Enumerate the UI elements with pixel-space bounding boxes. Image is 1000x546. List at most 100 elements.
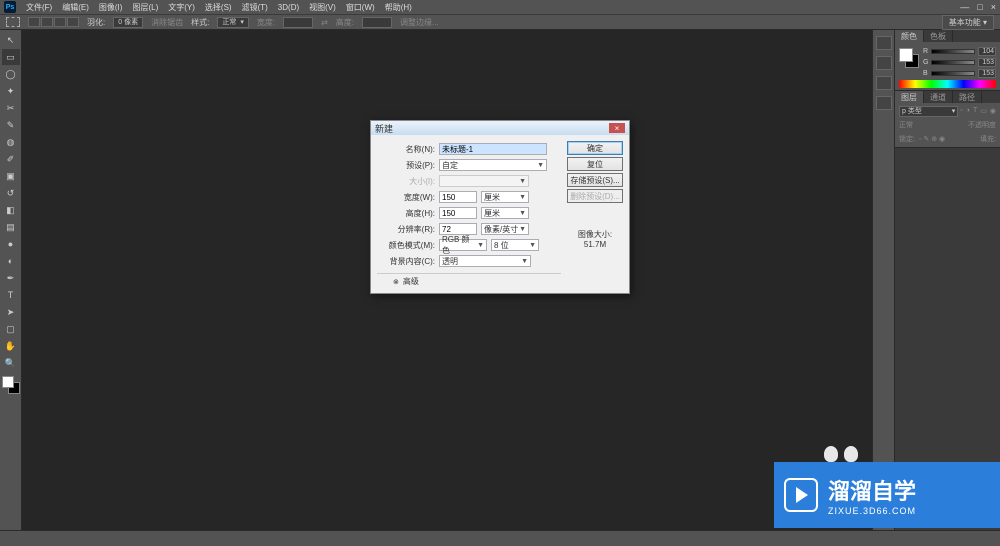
color-spectrum[interactable]: [899, 80, 996, 88]
minimize-icon[interactable]: —: [960, 2, 969, 12]
menu-window[interactable]: 窗口(W): [346, 2, 375, 13]
menu-bar: Ps 文件(F) 编辑(E) 图像(I) 图层(L) 文字(Y) 选择(S) 滤…: [0, 0, 1000, 14]
marquee-tool[interactable]: ▭: [2, 49, 20, 65]
blur-tool[interactable]: ●: [2, 236, 20, 252]
dialog-titlebar[interactable]: 新建 ×: [371, 121, 629, 135]
brush-tool[interactable]: ✐: [2, 151, 20, 167]
save-preset-button[interactable]: 存储预设(S)...: [567, 173, 623, 187]
menu-file[interactable]: 文件(F): [26, 2, 52, 13]
ok-button[interactable]: 确定: [567, 141, 623, 155]
lasso-tool[interactable]: ◯: [2, 66, 20, 82]
decorative-feet: [824, 446, 858, 462]
mode-label: 颜色模式(M):: [377, 240, 435, 251]
healing-tool[interactable]: ◍: [2, 134, 20, 150]
shape-tool[interactable]: ▢: [2, 321, 20, 337]
maximize-icon[interactable]: □: [977, 2, 982, 12]
width-input[interactable]: [439, 191, 477, 203]
layer-filter-dropdown[interactable]: p 类型▾: [899, 106, 958, 117]
type-tool[interactable]: T: [2, 287, 20, 303]
menu-view[interactable]: 视图(V): [309, 2, 336, 13]
menu-select[interactable]: 选择(S): [205, 2, 232, 13]
status-bar: [0, 530, 1000, 546]
advanced-toggle[interactable]: ⊗ 高级: [377, 273, 561, 287]
color-swatches[interactable]: [2, 376, 20, 394]
tab-layers[interactable]: 图层: [895, 91, 924, 103]
gradient-tool[interactable]: ▤: [2, 219, 20, 235]
right-dock: [872, 30, 894, 530]
tab-swatches[interactable]: 色板: [924, 30, 953, 42]
history-panel-icon[interactable]: [876, 36, 892, 50]
history-brush-tool[interactable]: ↺: [2, 185, 20, 201]
menu-filter[interactable]: 滤镜(T): [242, 2, 268, 13]
selection-add-button[interactable]: [41, 17, 53, 27]
menu-image[interactable]: 图像(I): [99, 2, 123, 13]
tab-channels[interactable]: 通道: [924, 91, 953, 103]
hand-tool[interactable]: ✋: [2, 338, 20, 354]
watermark: 溜溜自学 ZIXUE.3D66.COM: [774, 462, 1000, 528]
selection-intersect-button[interactable]: [67, 17, 79, 27]
r-slider[interactable]: [931, 49, 975, 54]
r-value[interactable]: 104: [978, 47, 996, 56]
height-input[interactable]: [362, 17, 392, 28]
bg-dropdown[interactable]: 透明▼: [439, 255, 531, 267]
feather-input[interactable]: 0 像素: [113, 17, 143, 28]
watermark-title: 溜溜自学: [828, 474, 916, 506]
bit-dropdown[interactable]: 8 位▼: [491, 239, 539, 251]
width-unit-dropdown[interactable]: 厘米▼: [481, 191, 529, 203]
style-dropdown[interactable]: 正常▾: [217, 17, 249, 28]
menu-3d[interactable]: 3D(D): [278, 3, 299, 12]
width-input[interactable]: [283, 17, 313, 28]
panel-fg-color[interactable]: [899, 48, 913, 62]
height-unit-dropdown[interactable]: 厘米▼: [481, 207, 529, 219]
refine-edge-button[interactable]: 调整边缘...: [400, 17, 439, 28]
name-input[interactable]: [439, 143, 547, 155]
g-slider[interactable]: [931, 60, 975, 65]
feather-label: 羽化:: [87, 17, 105, 28]
color-panel: 颜色 色板 R104 G153 B153: [895, 30, 1000, 91]
opacity-label: 不透明度: [968, 120, 996, 130]
cancel-button[interactable]: 复位: [567, 157, 623, 171]
resolution-unit-dropdown[interactable]: 像素/英寸▼: [481, 223, 529, 235]
right-panels: 颜色 色板 R104 G153 B153 图层 通道 路径: [894, 30, 1000, 530]
delete-preset-button: 删除预设(D)...: [567, 189, 623, 203]
dialog-close-button[interactable]: ×: [609, 123, 625, 133]
menu-edit[interactable]: 编辑(E): [62, 2, 89, 13]
path-select-tool[interactable]: ➤: [2, 304, 20, 320]
dialog-title: 新建: [375, 122, 393, 135]
b-slider[interactable]: [931, 71, 975, 76]
toolbox: ↖ ▭ ◯ ✦ ✂ ✎ ◍ ✐ ▣ ↺ ◧ ▤ ● ◐ ✒ T ➤ ▢ ✋ 🔍: [0, 30, 22, 530]
fg-color[interactable]: [2, 376, 14, 388]
character-panel-icon[interactable]: [876, 76, 892, 90]
paragraph-panel-icon[interactable]: [876, 96, 892, 110]
bg-label: 背景内容(C):: [377, 256, 435, 267]
clone-tool[interactable]: ▣: [2, 168, 20, 184]
selection-new-button[interactable]: [28, 17, 40, 27]
move-tool[interactable]: ↖: [2, 32, 20, 48]
marquee-tool-preview-icon[interactable]: [6, 17, 20, 27]
pen-tool[interactable]: ✒: [2, 270, 20, 286]
workspace-switcher[interactable]: 基本功能 ▾: [942, 15, 994, 30]
close-icon[interactable]: ×: [991, 2, 996, 12]
zoom-tool[interactable]: 🔍: [2, 355, 20, 371]
dodge-tool[interactable]: ◐: [2, 253, 20, 269]
height-label: 高度(H):: [377, 208, 435, 219]
properties-panel-icon[interactable]: [876, 56, 892, 70]
crop-tool[interactable]: ✂: [2, 100, 20, 116]
selection-subtract-button[interactable]: [54, 17, 66, 27]
menu-layer[interactable]: 图层(L): [132, 2, 158, 13]
tab-paths[interactable]: 路径: [953, 91, 982, 103]
menu-help[interactable]: 帮助(H): [385, 2, 412, 13]
tab-color[interactable]: 颜色: [895, 30, 924, 42]
lock-label: 锁定:: [899, 134, 915, 144]
height-label: 高度:: [336, 17, 354, 28]
menu-type[interactable]: 文字(Y): [168, 2, 195, 13]
height-input[interactable]: [439, 207, 477, 219]
g-value[interactable]: 153: [978, 58, 996, 67]
b-value[interactable]: 153: [978, 69, 996, 78]
preset-dropdown[interactable]: 自定▼: [439, 159, 547, 171]
mode-dropdown[interactable]: RGB 颜色▼: [439, 239, 487, 251]
eyedropper-tool[interactable]: ✎: [2, 117, 20, 133]
eraser-tool[interactable]: ◧: [2, 202, 20, 218]
antialias-checkbox[interactable]: 消除锯齿: [151, 17, 183, 28]
magic-wand-tool[interactable]: ✦: [2, 83, 20, 99]
